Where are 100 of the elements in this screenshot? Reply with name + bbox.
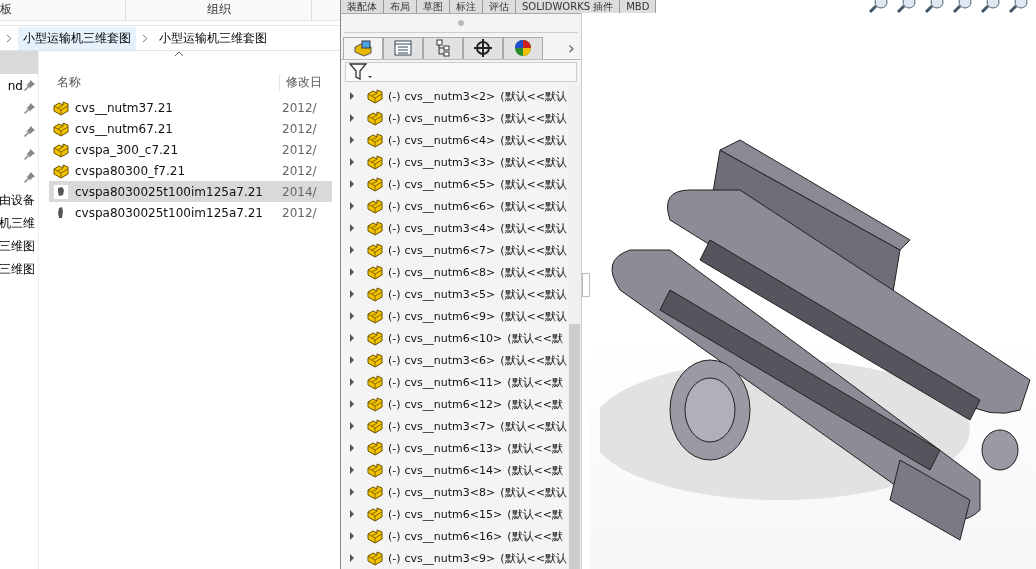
part-icon — [366, 462, 384, 478]
file-row[interactable]: cvspa_300_c7.21 2012/ — [49, 139, 332, 160]
expand-arrow-icon[interactable] — [350, 554, 354, 562]
nav-item[interactable]: 三维图 — [0, 261, 35, 278]
file-name: cvs__nutm37.21 — [75, 100, 174, 115]
expand-arrow-icon[interactable] — [350, 356, 354, 364]
component-config: (默认<<默认 — [500, 88, 567, 104]
component-config: (默认<<默 — [507, 528, 563, 544]
expand-arrow-icon[interactable] — [350, 180, 354, 188]
expand-arrow-icon[interactable] — [350, 334, 354, 342]
zoom-fit-icon[interactable] — [868, 0, 890, 14]
expand-arrow-icon[interactable] — [350, 290, 354, 298]
component-config: (默认<<默 — [507, 396, 563, 412]
nav-item[interactable]: 三维图 — [0, 238, 35, 255]
pin-icon[interactable] — [23, 149, 35, 160]
expand-arrow-icon[interactable] — [350, 268, 354, 276]
expand-arrow-icon[interactable] — [350, 378, 354, 386]
component-name[interactable]: cvs__nutm3<2> — [404, 89, 496, 103]
filter-icon[interactable] — [349, 62, 373, 81]
component-name[interactable]: cvs__nutm3<9> — [404, 551, 496, 565]
component-name[interactable]: cvs__nutm3<3> — [404, 155, 496, 169]
component-name[interactable]: cvs__nutm6<6> — [404, 199, 496, 213]
address-bar[interactable]: 小型运输机三维套图 小型运输机三维套图 — [0, 25, 340, 51]
part-icon — [366, 396, 384, 412]
expand-arrow-icon[interactable] — [350, 224, 354, 232]
pin-icon[interactable] — [23, 103, 35, 114]
pin-icon[interactable] — [23, 80, 35, 91]
part-icon — [366, 264, 384, 280]
file-date: 2012/ — [282, 142, 317, 157]
component-state: (-) — [388, 463, 401, 477]
file-date: 2012/ — [282, 205, 317, 220]
component-config: (默认<<默认 — [500, 220, 567, 236]
expand-arrow-icon[interactable] — [350, 466, 354, 474]
component-name[interactable]: cvs__nutm6<15> — [404, 507, 503, 521]
component-state: (-) — [388, 177, 401, 191]
sort-caret-icon — [174, 51, 184, 57]
component-name[interactable]: cvs__nutm6<13> — [404, 441, 503, 455]
expand-arrow-icon[interactable] — [350, 532, 354, 540]
part-icon — [366, 440, 384, 456]
pin-icon[interactable] — [23, 126, 35, 137]
file-row[interactable]: cvs__nutm37.21 2012/ — [49, 97, 332, 118]
cube-icon — [353, 39, 373, 58]
component-state: (-) — [388, 111, 401, 125]
component-name[interactable]: cvs__nutm6<7> — [404, 243, 496, 257]
expand-arrow-icon[interactable] — [350, 422, 354, 430]
component-name[interactable]: cvs__nutm6<3> — [404, 111, 496, 125]
component-state: (-) — [388, 331, 401, 345]
part-icon — [366, 550, 384, 566]
component-name[interactable]: cvs__nutm6<5> — [404, 177, 496, 191]
expand-arrow-icon[interactable] — [350, 114, 354, 122]
component-name[interactable]: cvs__nutm6<16> — [404, 529, 503, 543]
expand-arrow-icon[interactable] — [350, 312, 354, 320]
file-name: cvspa80300_f7.21 — [75, 163, 187, 178]
scrollbar[interactable] — [568, 84, 581, 569]
color-ball-icon — [514, 39, 532, 58]
component-name[interactable]: cvs__nutm6<10> — [404, 331, 503, 345]
component-config: (默认<<默认 — [500, 286, 567, 302]
component-name[interactable]: cvs__nutm6<9> — [404, 309, 496, 323]
more-tabs-button[interactable]: › — [567, 37, 575, 59]
manager-tab[interactable] — [503, 36, 543, 59]
component-name[interactable]: cvs__nutm6<14> — [404, 463, 503, 477]
expand-arrow-icon[interactable] — [350, 246, 354, 254]
expand-arrow-icon[interactable] — [350, 488, 354, 496]
nav-item[interactable]: 由设备 — [0, 192, 35, 209]
file-row[interactable]: cvspa80300_f7.21 2012/ — [49, 160, 332, 181]
component-name[interactable]: cvs__nutm6<11> — [404, 375, 503, 389]
splitter-handle[interactable] — [582, 272, 590, 297]
expand-arrow-icon[interactable] — [350, 202, 354, 210]
part-icon — [366, 286, 384, 302]
expand-arrow-icon[interactable] — [350, 158, 354, 166]
zoom-area-icon[interactable] — [896, 0, 918, 14]
component-name[interactable]: cvs__nutm6<12> — [404, 397, 503, 411]
component-name[interactable]: cvs__nutm3<6> — [404, 353, 496, 367]
panel-grip[interactable] — [458, 19, 464, 26]
component-name[interactable]: cvs__nutm6<4> — [404, 133, 496, 147]
component-name[interactable]: cvs__nutm3<7> — [404, 419, 496, 433]
pin-icon[interactable] — [23, 172, 35, 183]
component-config: (默认<<默认 — [500, 418, 567, 434]
component-config: (默认<<默 — [507, 330, 563, 346]
breadcrumb-item[interactable]: 小型运输机三维套图 — [154, 26, 272, 50]
component-name[interactable]: cvs__nutm6<8> — [404, 265, 496, 279]
component-name[interactable]: cvs__nutm3<4> — [404, 221, 496, 235]
expand-arrow-icon[interactable] — [350, 92, 354, 100]
file-row[interactable]: cvs__nutm67.21 2012/ — [49, 118, 332, 139]
expand-arrow-icon[interactable] — [350, 444, 354, 452]
component-name[interactable]: cvs__nutm3<8> — [404, 485, 496, 499]
file-row[interactable]: cvspa8030025t100im125a7.21 2012/ — [49, 202, 332, 223]
expand-arrow-icon[interactable] — [350, 400, 354, 408]
command-tab[interactable]: MBD — [620, 0, 657, 13]
column-header[interactable]: 修改日 — [280, 74, 322, 91]
component-name[interactable]: cvs__nutm3<5> — [404, 287, 496, 301]
component-config: (默认<<默认 — [500, 176, 567, 192]
expand-arrow-icon[interactable] — [350, 136, 354, 144]
manager-tab[interactable] — [463, 36, 503, 59]
expand-arrow-icon[interactable] — [350, 510, 354, 518]
breadcrumb-item[interactable]: 小型运输机三维套图 — [18, 26, 136, 50]
nav-item[interactable]: nd — [7, 78, 23, 93]
file-row[interactable]: cvspa8030025t100im125a7.21 2014/ — [49, 181, 332, 202]
part-icon — [366, 176, 384, 192]
column-header[interactable]: 名称 — [39, 74, 280, 91]
